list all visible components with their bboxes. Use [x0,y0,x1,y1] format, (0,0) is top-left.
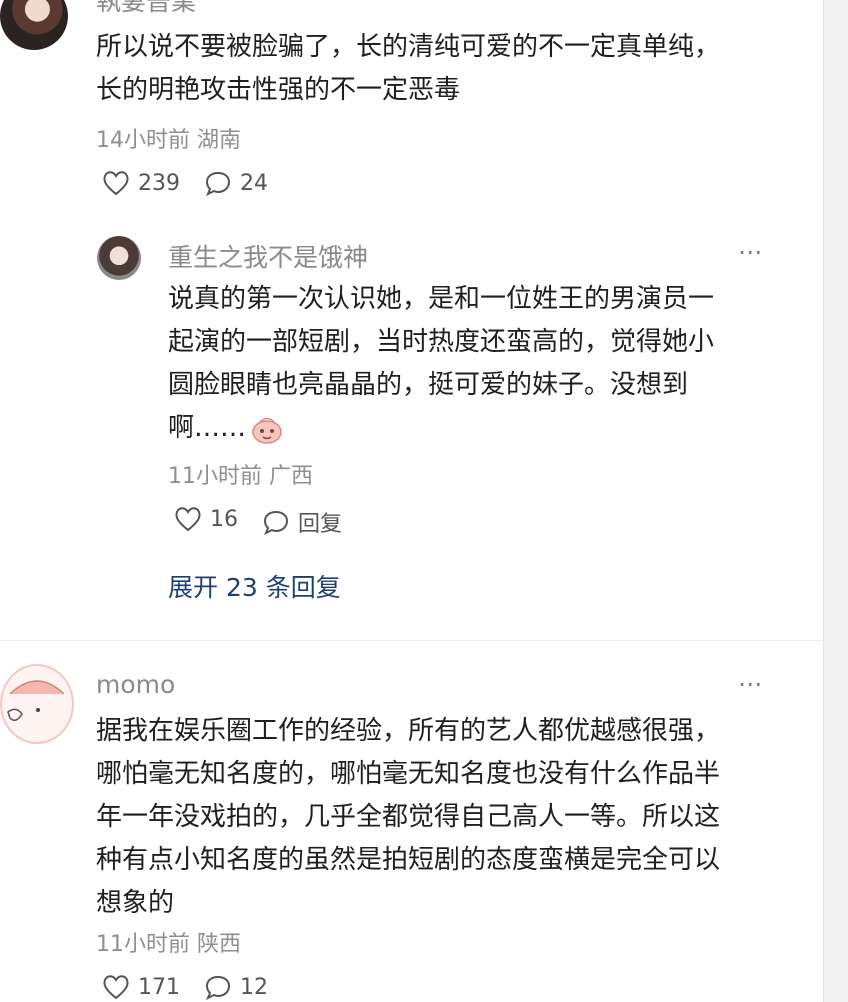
comment1-meta: 14小时前 湖南 [96,128,241,153]
reply1-line: 说真的第一次认识她，是和一位姓王的男演员一 [168,284,715,314]
comment-divider [0,640,824,641]
comment2-line: 年一年没戏拍的，几乎全都觉得自己高人一等。所以这 [96,802,721,832]
comment1-avatar[interactable] [0,0,68,50]
comment1-body: 所以说不要被脸骗了，长的清纯可爱的不一定真单纯， 长的明艳攻击性强的不一定恶毒 [96,26,720,112]
comment2-line: 种有点小知名度的虽然是拍短剧的态度蛮横是完全可以 [96,845,721,875]
sticker-emoji-icon [252,417,282,444]
comment2-line: 想象的 [96,888,175,918]
reply1-like-count: 16 [210,506,238,532]
comment2-avatar[interactable] [0,664,74,744]
comment1-line: 所以说不要被脸骗了，长的清纯可爱的不一定真单纯， [96,32,721,62]
comment2-like-count: 171 [138,974,180,1000]
heart-outline-icon [175,507,201,532]
reply1-body: 说真的第一次认识她，是和一位姓王的男演员一 起演的一部短剧，当时热度还蛮高的，觉… [168,278,714,450]
comment2-line: 哪怕毫无知名度的，哪怕毫无知名度也没有什么作品半 [96,759,721,789]
comment2-comment-button[interactable]: 12 [204,974,268,1000]
comment1-like-button[interactable]: 239 [102,170,180,196]
comment1-author-name[interactable]: 執妻晉業 [96,0,196,18]
comment2-meta: 11小时前 陕西 [96,932,241,957]
comment1-comment-count: 24 [240,170,268,196]
reply1-reply-button[interactable]: 回复 [262,506,342,538]
heart-outline-icon [103,171,129,196]
comment2-like-button[interactable]: 171 [102,974,180,1000]
reply1-line: 啊…… [168,413,247,443]
reply1-meta: 11小时前 广西 [168,464,313,489]
comment2-author-name[interactable]: momo [96,670,175,699]
comment1-line: 长的明艳攻击性强的不一定恶毒 [96,75,461,105]
reply1-like-button[interactable]: 16 [174,506,238,532]
comment1-like-count: 239 [138,170,180,196]
comment2-comment-count: 12 [240,974,268,1000]
comment2-body: 据我在娱乐圈工作的经验，所有的艺人都优越感很强， 哪怕毫无知名度的，哪怕毫无知名… [96,710,720,925]
speech-bubble-icon [205,171,231,196]
reply1-avatar[interactable] [97,236,141,280]
reply1-more-button[interactable]: ⋯ [738,238,764,266]
comment1-comment-button[interactable]: 24 [204,170,268,196]
comment2-line: 据我在娱乐圈工作的经验，所有的艺人都优越感很强， [96,716,721,746]
heart-outline-icon [103,975,129,1000]
reply1-line: 圆脸眼睛也亮晶晶的，挺可爱的妹子。没想到 [168,370,689,400]
speech-bubble-icon [263,510,289,535]
scrollbar-track[interactable] [823,0,848,1002]
reply1-last-line: 啊…… [168,407,714,450]
cartoon-avatar-icon [7,680,65,721]
reply1-reply-label: 回复 [298,512,343,537]
reply1-author-name[interactable]: 重生之我不是饿神 [168,238,368,274]
reply1-line: 起演的一部短剧，当时热度还蛮高的，觉得她小 [168,327,715,357]
speech-bubble-icon [205,975,231,1000]
expand-replies-link[interactable]: 展开 23 条回复 [168,568,341,604]
comment2-more-button[interactable]: ⋯ [738,670,764,698]
